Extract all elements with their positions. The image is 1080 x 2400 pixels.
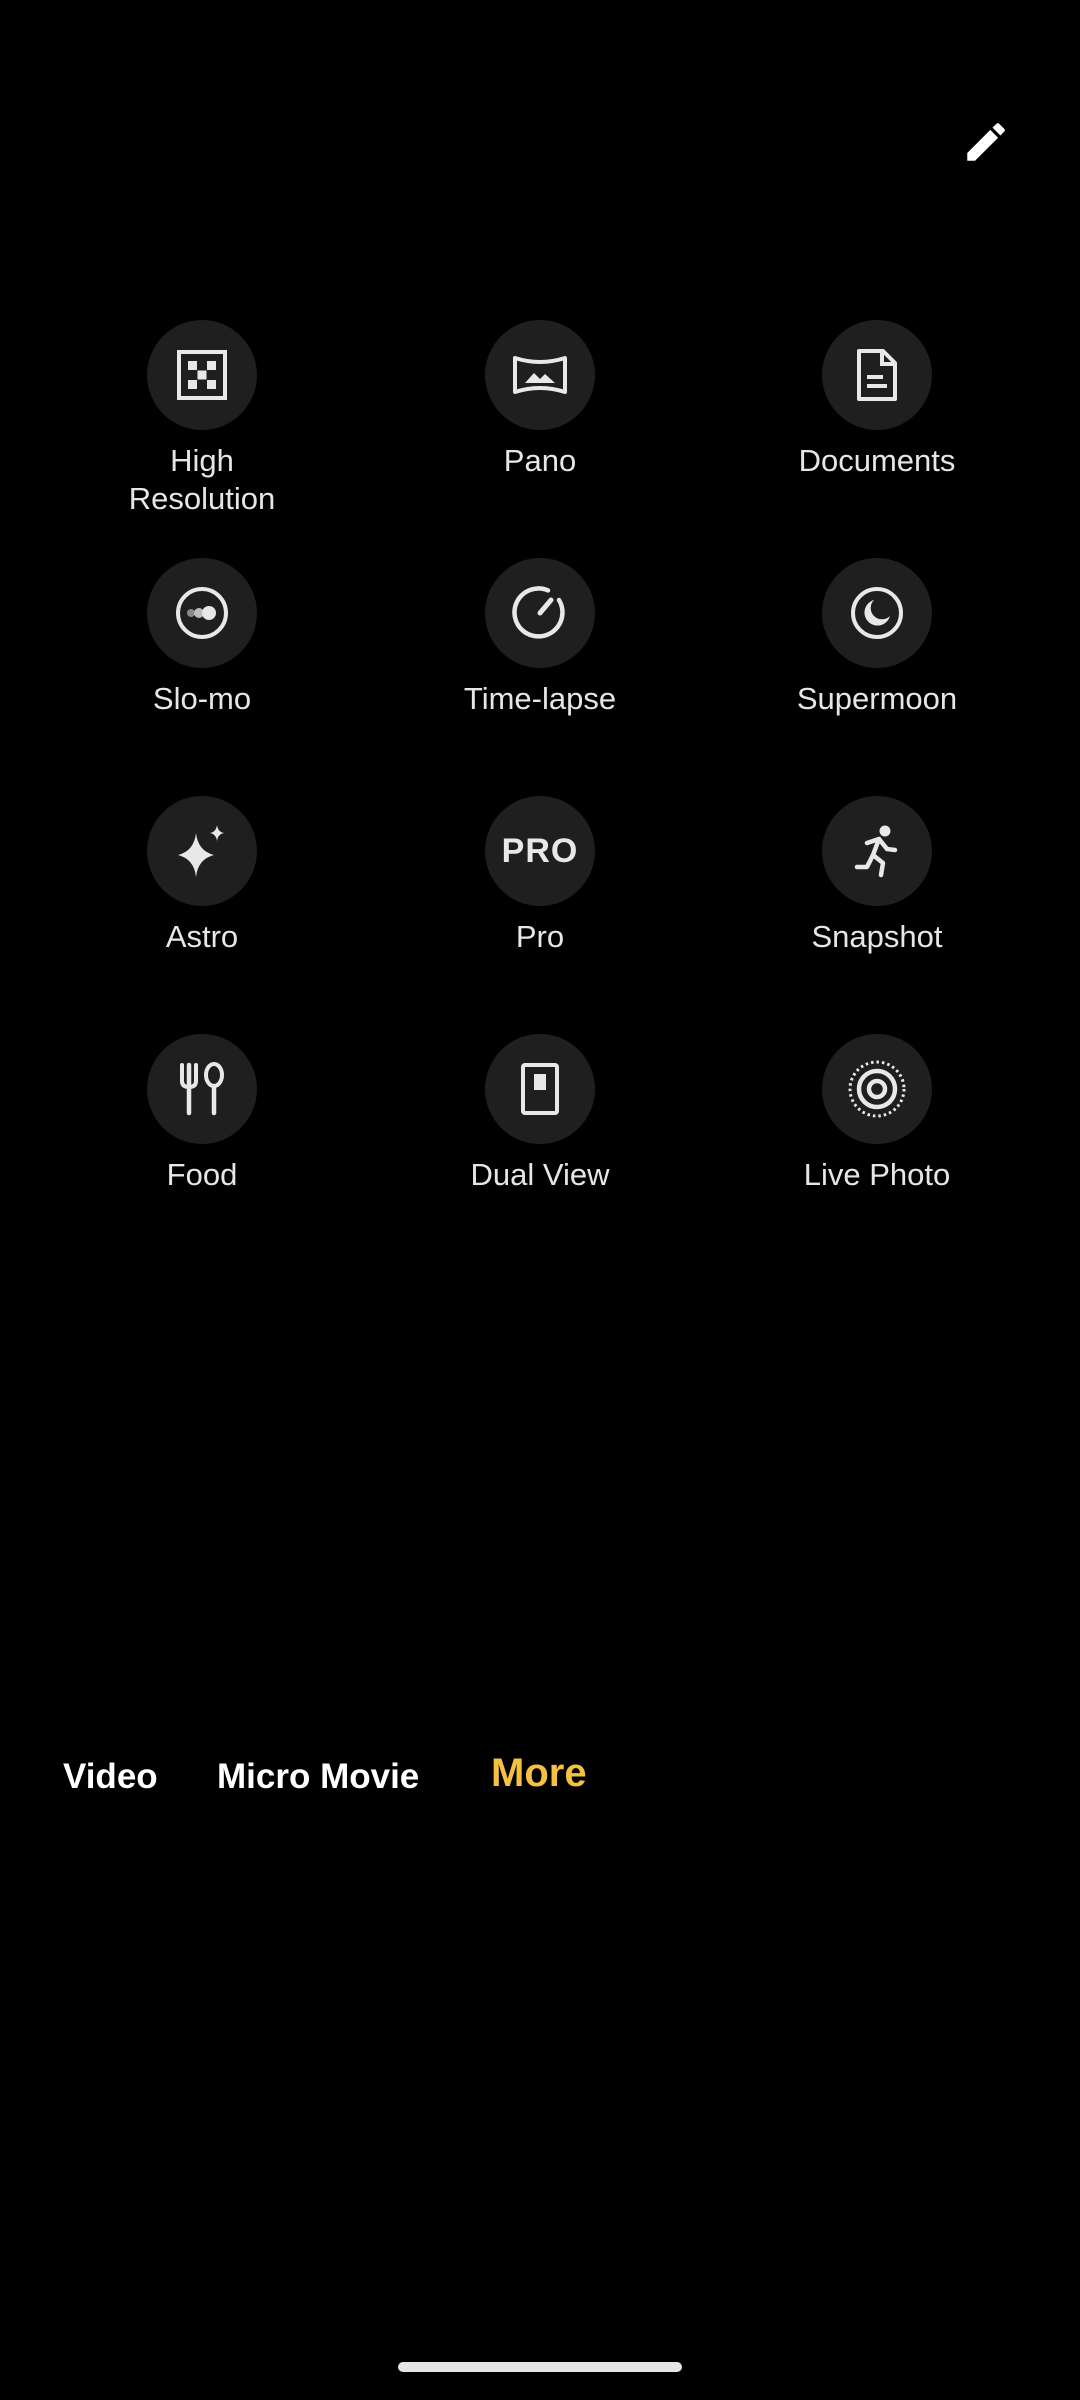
camera-mode-bar: Video Micro Movie More bbox=[0, 1751, 1080, 1802]
pro-icon: PRO bbox=[501, 831, 579, 870]
live-photo-icon bbox=[848, 1060, 906, 1118]
mode-icon-circle bbox=[485, 1034, 595, 1144]
mode-slo-mo[interactable]: Slo-mo bbox=[72, 558, 332, 718]
mode-time-lapse[interactable]: Time-lapse bbox=[410, 558, 670, 718]
mode-label: Supermoon bbox=[796, 681, 958, 716]
mode-label: Pano bbox=[503, 443, 577, 478]
mode-high-resolution[interactable]: High Resolution bbox=[72, 320, 332, 518]
mode-label: Time-lapse bbox=[463, 681, 617, 716]
mode-snapshot[interactable]: Snapshot bbox=[747, 796, 1007, 956]
dual-view-icon bbox=[521, 1063, 559, 1115]
mode-label: Pro bbox=[515, 919, 565, 954]
mode-icon-circle bbox=[822, 320, 932, 430]
mode-icon-circle bbox=[147, 1034, 257, 1144]
mode-live-photo[interactable]: Live Photo bbox=[747, 1034, 1007, 1194]
mode-label: Live Photo bbox=[803, 1157, 951, 1192]
running-person-icon bbox=[854, 825, 898, 878]
moon-icon bbox=[851, 587, 903, 639]
mode-icon-circle bbox=[822, 1034, 932, 1144]
mode-astro[interactable]: Astro bbox=[72, 796, 332, 956]
mode-label: Documents bbox=[798, 443, 956, 478]
sparkle-icon bbox=[178, 825, 224, 877]
mode-icon-circle bbox=[485, 558, 595, 668]
document-icon bbox=[857, 349, 897, 401]
mode-icon-circle bbox=[822, 796, 932, 906]
mode-documents[interactable]: Documents bbox=[747, 320, 1007, 480]
mode-supermoon[interactable]: Supermoon bbox=[747, 558, 1007, 718]
mode-icon-circle: PRO bbox=[485, 796, 595, 906]
home-indicator[interactable] bbox=[398, 2362, 682, 2372]
mode-label: High Resolution bbox=[128, 443, 276, 516]
mode-label: Astro bbox=[165, 919, 239, 954]
mode-icon-circle bbox=[147, 320, 257, 430]
tab-micro-movie[interactable]: Micro Movie bbox=[217, 1752, 419, 1802]
fork-spoon-icon bbox=[180, 1062, 224, 1116]
mode-pro[interactable]: PRO Pro bbox=[410, 796, 670, 956]
tab-more[interactable]: More bbox=[491, 1748, 587, 1798]
mode-label: Slo-mo bbox=[152, 681, 252, 716]
mode-icon-circle bbox=[147, 796, 257, 906]
mode-label: Snapshot bbox=[811, 919, 943, 954]
mode-label: Dual View bbox=[470, 1157, 610, 1192]
mode-icon-circle bbox=[822, 558, 932, 668]
pencil-icon bbox=[967, 123, 1005, 161]
mode-label: Food bbox=[166, 1157, 238, 1192]
mode-pano[interactable]: Pano bbox=[410, 320, 670, 480]
tab-video[interactable]: Video bbox=[63, 1752, 158, 1802]
mode-icon-circle bbox=[147, 558, 257, 668]
mode-food[interactable]: Food bbox=[72, 1034, 332, 1194]
timer-icon bbox=[512, 586, 565, 639]
panorama-icon bbox=[513, 356, 567, 394]
slow-motion-icon bbox=[176, 587, 228, 639]
mode-dual-view[interactable]: Dual View bbox=[410, 1034, 670, 1194]
mode-icon-circle bbox=[485, 320, 595, 430]
high-resolution-icon bbox=[177, 350, 227, 400]
edit-button[interactable] bbox=[946, 102, 1026, 182]
